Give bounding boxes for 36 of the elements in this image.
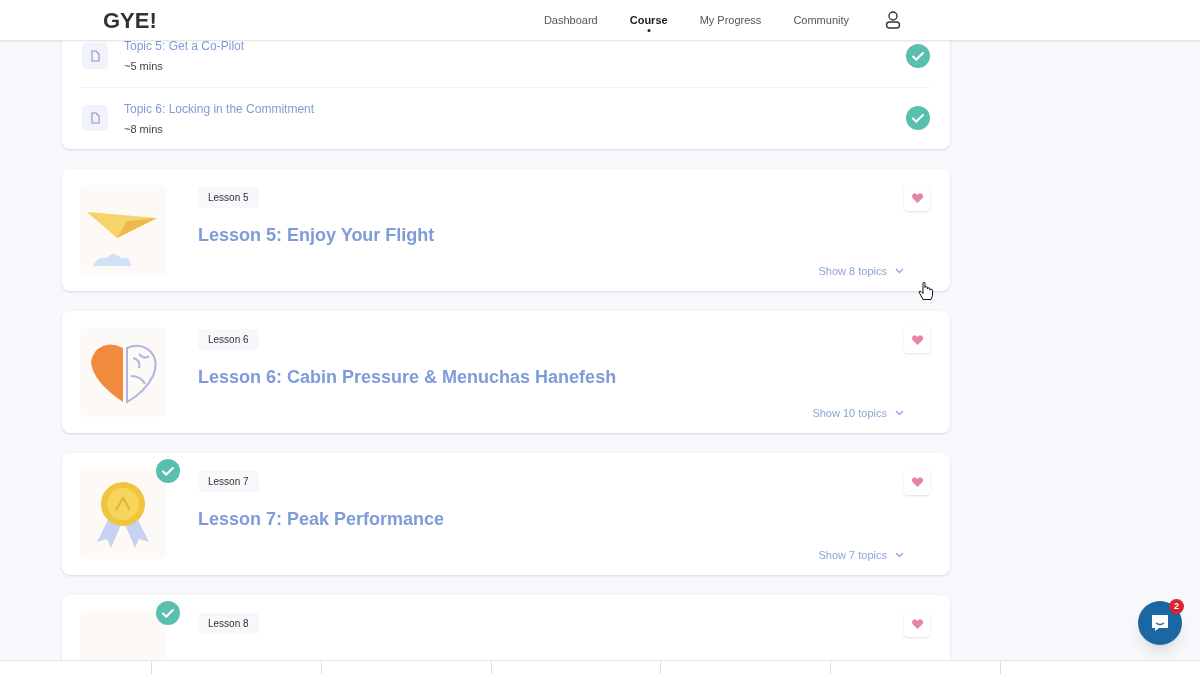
- topic-link[interactable]: Topic 6: Locking in the Commitment: [124, 99, 315, 118]
- show-topics-toggle[interactable]: Show 8 topics: [818, 263, 904, 280]
- show-topics-toggle[interactable]: Show 7 topics: [818, 547, 904, 564]
- user-icon[interactable]: [885, 11, 901, 29]
- chevron-down-icon: [895, 410, 904, 417]
- favorite-button[interactable]: [904, 327, 930, 353]
- document-icon: [82, 105, 108, 132]
- chevron-down-icon: [895, 268, 904, 275]
- chat-icon: [1150, 613, 1170, 633]
- nav-link[interactable]: My Progress: [683, 11, 778, 29]
- chevron-down-icon: [895, 552, 904, 559]
- lesson-title[interactable]: Lesson 7: Peak Performance: [198, 506, 445, 533]
- favorite-button[interactable]: [904, 469, 930, 495]
- show-topics-toggle[interactable]: Show 10 topics: [812, 405, 904, 422]
- heart-icon: [911, 193, 923, 203]
- document-icon: [82, 42, 108, 69]
- topic-duration: ~5 mins: [124, 59, 164, 74]
- favorite-button[interactable]: [904, 185, 930, 211]
- favorite-button[interactable]: [904, 611, 930, 637]
- lesson-title[interactable]: Lesson 6: Cabin Pressure & Menuchas Hanefesh: [198, 364, 617, 391]
- lesson-badge: Lesson 6: [198, 329, 259, 350]
- nav-link[interactable]: Dashboard: [527, 11, 614, 29]
- lesson-badge: Lesson 5: [198, 187, 259, 208]
- lesson-title[interactable]: Lesson 5: Enjoy Your Flight: [198, 222, 435, 249]
- notification-badge: 2: [1169, 599, 1184, 614]
- chat-launcher-button[interactable]: 2: [1138, 601, 1182, 645]
- lesson-badge: Lesson 7: [198, 471, 259, 492]
- nav-link[interactable]: Community: [777, 11, 865, 29]
- heart-icon: [911, 619, 923, 629]
- heart-icon: [911, 477, 923, 487]
- heart-icon: [911, 335, 923, 345]
- lesson-badge: Lesson 8: [198, 613, 259, 634]
- nav-link[interactable]: Course: [613, 11, 684, 29]
- topic-link[interactable]: Topic 5: Get a Co-Pilot: [124, 37, 245, 55]
- logo[interactable]: GYE!: [103, 3, 157, 37]
- topic-duration: ~8 mins: [124, 121, 164, 137]
